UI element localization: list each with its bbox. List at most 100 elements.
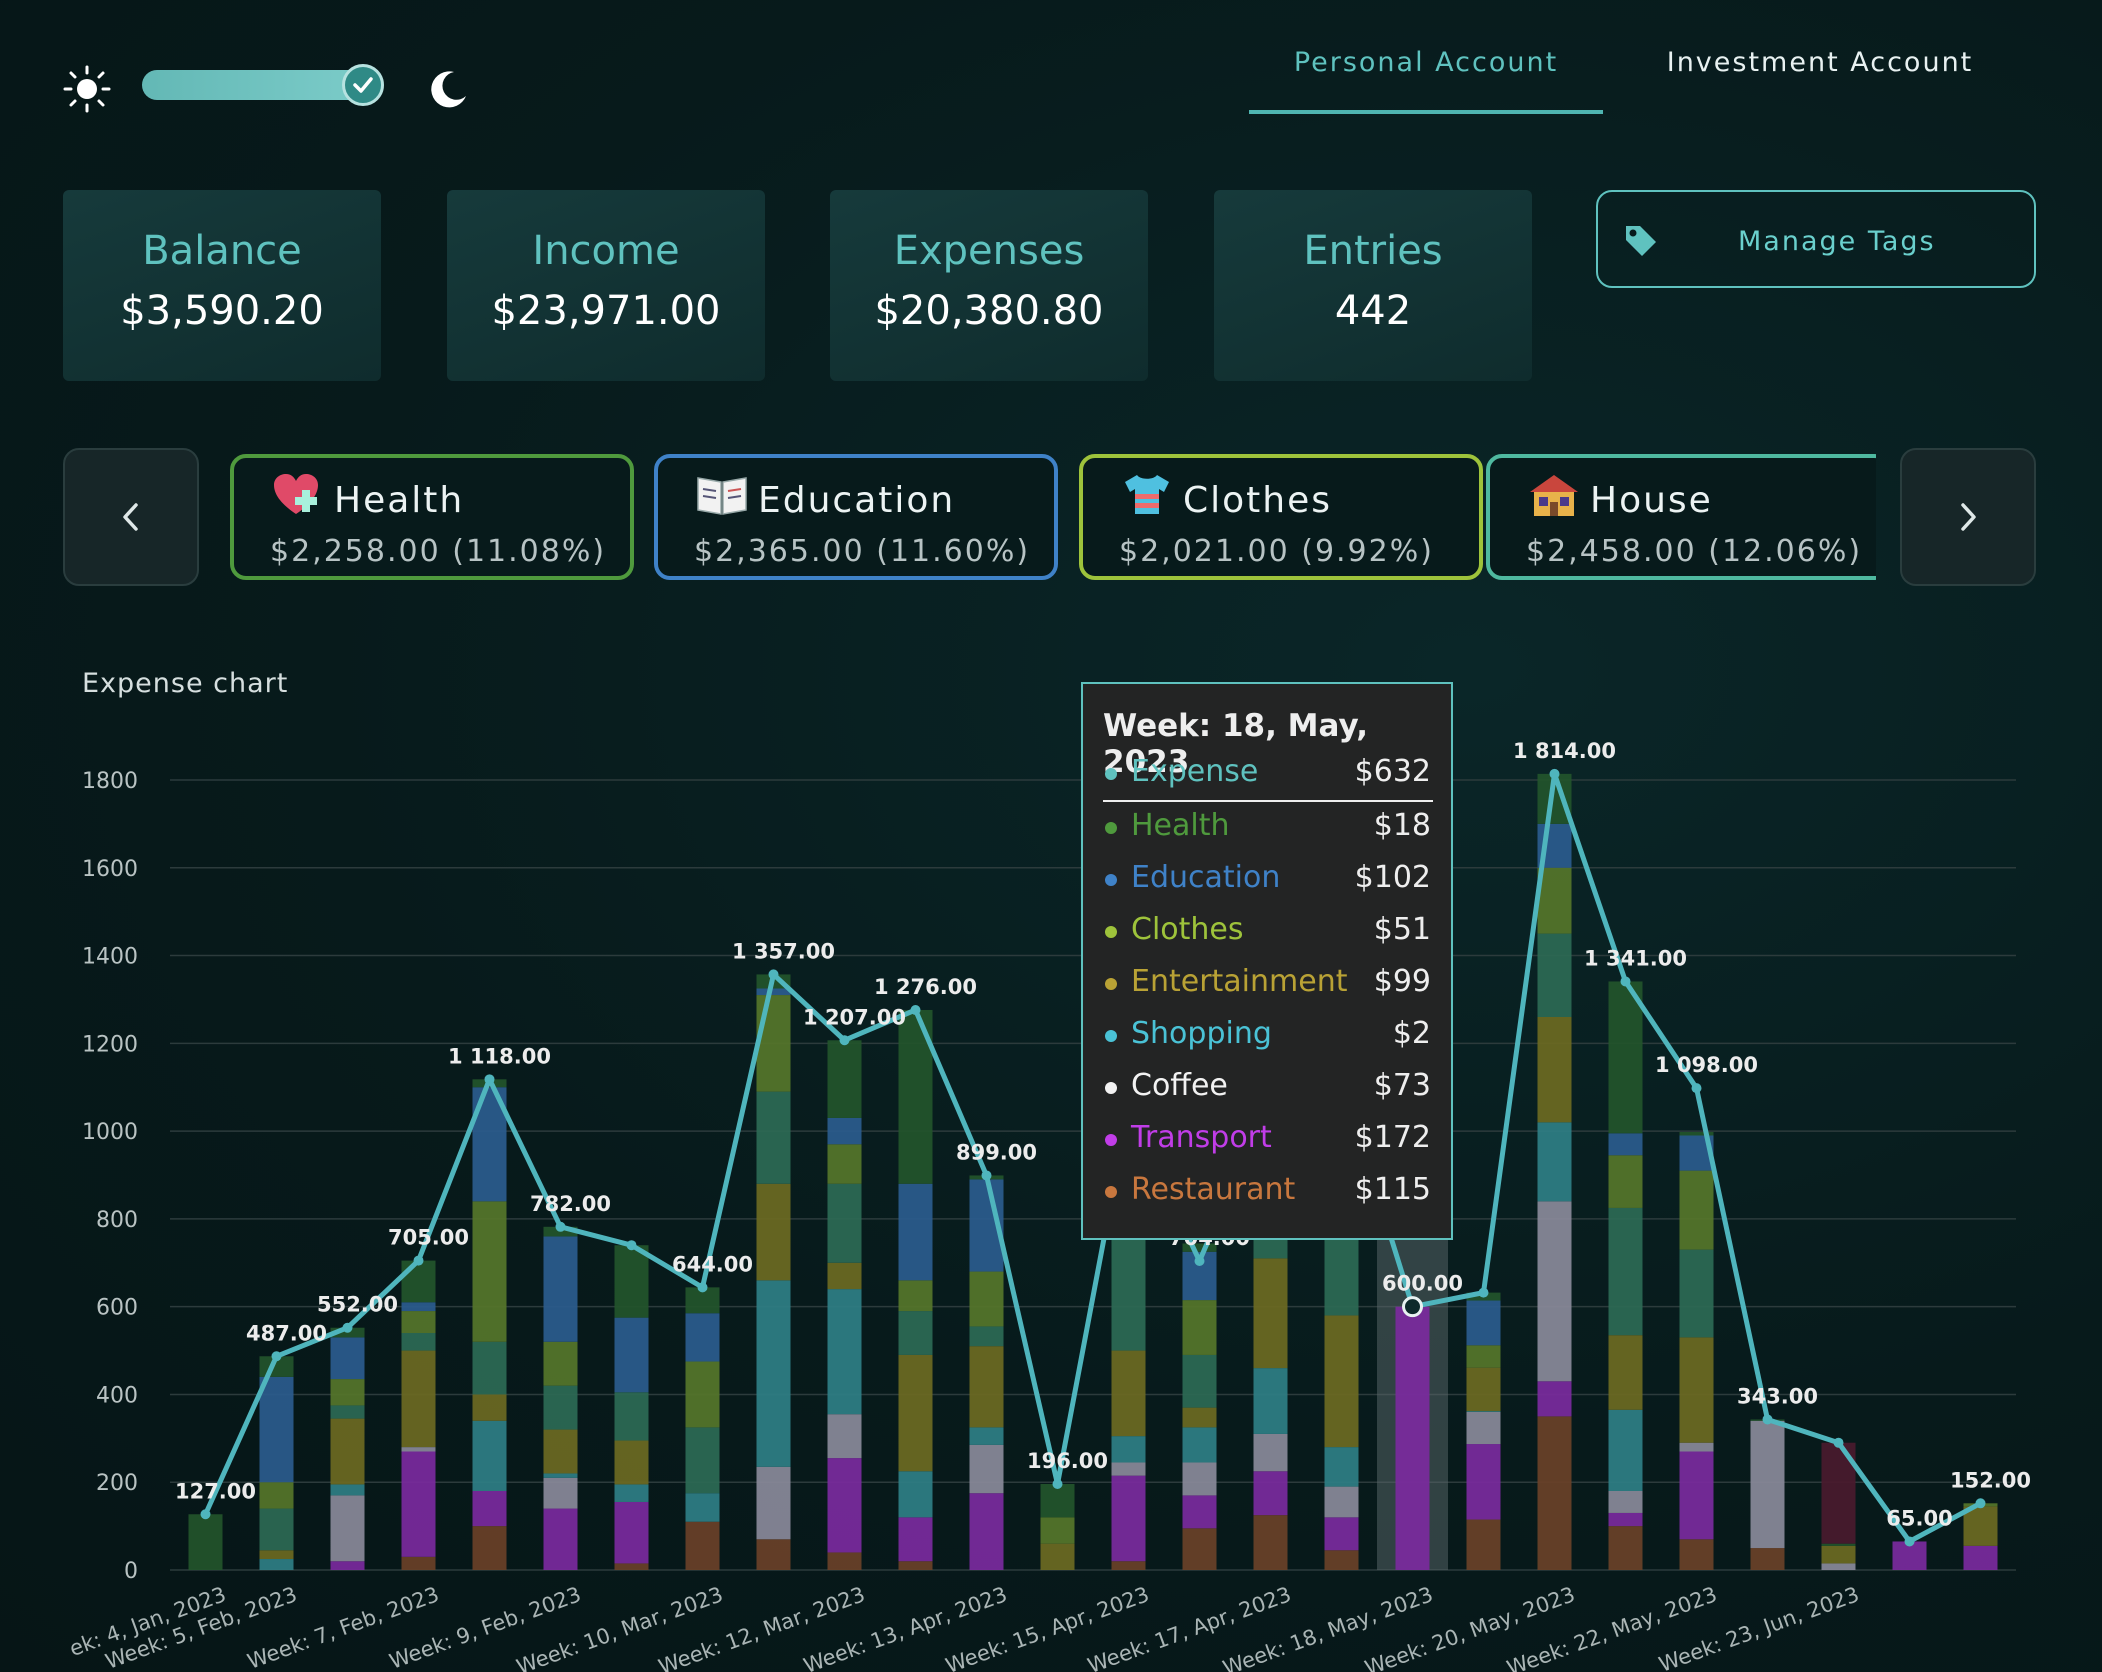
bar-segment-transport — [1466, 1444, 1501, 1520]
tab-personal-account[interactable]: Personal Account — [1249, 40, 1603, 114]
category-name: Education — [758, 480, 956, 521]
bar-segment-shopping — [1324, 1447, 1359, 1487]
entries-value: 442 — [1334, 288, 1412, 334]
tooltip-row-education: Education $102 — [1105, 858, 1431, 902]
bar-segment-clothes — [685, 1361, 720, 1428]
bar-segment-education — [1466, 1300, 1501, 1346]
y-tick-label: 200 — [96, 1471, 138, 1496]
line-point — [1975, 1498, 1986, 1509]
bar-segment-restaurant — [756, 1539, 791, 1570]
y-tick-label: 1400 — [82, 945, 138, 970]
theme-toggle-knob[interactable] — [342, 64, 384, 106]
category-strip: Health $2,258.00 (11.08%) Education $2,3… — [228, 450, 1876, 586]
bar-segment-coffee — [827, 1414, 862, 1459]
carousel-next-button[interactable] — [1900, 448, 2036, 586]
bar-segment-clothes — [1182, 1300, 1217, 1355]
point-label: 705.00 — [388, 1226, 469, 1250]
tab-investment-account[interactable]: Investment Account — [1640, 40, 2000, 110]
bar-segment-restaurant — [1182, 1528, 1217, 1570]
category-card-house[interactable]: House $2,458.00 (12.06%) — [1486, 454, 1876, 580]
tooltip-series-name: Expense — [1131, 754, 1259, 789]
bar-segment-education — [330, 1337, 365, 1380]
tooltip-row-entertainment: Entertainment $99 — [1105, 962, 1431, 1006]
bar-segment-entertainment — [827, 1262, 862, 1290]
bar-segment-transport — [1395, 1306, 1430, 1570]
bar-segment-restaurant — [472, 1526, 507, 1570]
bar-segment-house — [1679, 1249, 1714, 1338]
tooltip-row-coffee: Coffee $73 — [1105, 1066, 1431, 1110]
bar-segment-transport — [330, 1561, 365, 1570]
bar-segment-coffee — [969, 1444, 1004, 1494]
bar-segment-coffee — [1324, 1486, 1359, 1518]
tooltip-series-name: Clothes — [1131, 912, 1244, 947]
bar-segment-entertainment — [756, 1183, 791, 1281]
bar-segment-restaurant — [401, 1556, 436, 1570]
bar-segment-entertainment — [330, 1418, 365, 1485]
bar-segment-transport — [898, 1517, 933, 1562]
tooltip-divider — [1103, 800, 1433, 802]
bar-segment-house — [969, 1326, 1004, 1347]
balance-label: Balance — [142, 228, 302, 274]
balance-card: Balance $3,590.20 — [63, 190, 381, 381]
tooltip-series-name: Health — [1131, 808, 1230, 843]
bar-segment-shopping — [614, 1484, 649, 1502]
tooltip-series-value: $18 — [1373, 808, 1431, 843]
bar-segment-coffee — [330, 1495, 365, 1562]
bar-segment-restaurant — [1253, 1515, 1288, 1570]
point-label: 1 098.00 — [1655, 1053, 1758, 1077]
bar-segment-education — [685, 1313, 720, 1362]
bar-segment-coffee — [1537, 1201, 1572, 1382]
tooltip-series-value: $73 — [1373, 1068, 1431, 1103]
line-point — [1904, 1536, 1915, 1547]
point-label: 552.00 — [317, 1293, 398, 1317]
category-card-education[interactable]: Education $2,365.00 (11.60%) — [654, 454, 1058, 580]
bar-segment-clothes — [330, 1379, 365, 1406]
moon-icon[interactable] — [424, 66, 470, 112]
bar-segment-entertainment — [543, 1429, 578, 1474]
expense-chart[interactable]: 0 200 400 600 800 1000 1200 1400 1600 1800 127.00 4… — [0, 700, 2102, 1672]
category-name: House — [1590, 480, 1713, 521]
bar-segment-house — [259, 1508, 294, 1551]
bar-segment-coffee — [1253, 1433, 1288, 1472]
line-point — [697, 1282, 708, 1293]
bar-segment-clothes — [1679, 1170, 1714, 1250]
bar-segment-clothes — [401, 1311, 436, 1333]
bar-segment-entertainment — [1821, 1545, 1856, 1564]
sun-icon[interactable] — [62, 64, 112, 114]
bar-segment-clothes — [1466, 1345, 1501, 1368]
bar-segment-coffee — [401, 1447, 436, 1452]
bar-segment-shopping — [1253, 1368, 1288, 1434]
y-tick-label: 1600 — [82, 857, 138, 882]
income-label: Income — [532, 228, 680, 274]
line-point — [981, 1170, 992, 1181]
manage-tags-button[interactable]: Manage Tags — [1596, 190, 2036, 288]
bar-segment-entertainment — [1608, 1335, 1643, 1410]
line-point — [1194, 1256, 1205, 1267]
line-point — [555, 1221, 566, 1232]
bar-segment-transport — [1253, 1471, 1288, 1516]
point-label: 196.00 — [1027, 1449, 1108, 1473]
expenses-label: Expenses — [893, 228, 1085, 274]
tooltip-series-name: Restaurant — [1131, 1172, 1296, 1207]
category-card-health[interactable]: Health $2,258.00 (11.08%) — [230, 454, 634, 580]
point-label: 1 357.00 — [732, 939, 835, 963]
bar-segment-entertainment — [1537, 1017, 1572, 1123]
legend-dot — [1105, 1082, 1117, 1094]
bar-segment-health — [614, 1245, 649, 1318]
tooltip-series-name: Entertainment — [1131, 964, 1348, 999]
tooltip-series-name: Transport — [1131, 1120, 1272, 1155]
y-tick-label: 400 — [96, 1383, 138, 1408]
bar-segment-coffee — [1466, 1412, 1501, 1445]
bar-segment-coffee — [1750, 1420, 1785, 1549]
bar-segment-health — [401, 1260, 436, 1303]
bar-segment-transport — [401, 1451, 436, 1557]
entries-label: Entries — [1303, 228, 1443, 274]
bar-segment-clothes — [827, 1144, 862, 1184]
legend-dot — [1105, 768, 1117, 780]
line-point — [626, 1240, 637, 1251]
legend-dot — [1105, 1134, 1117, 1146]
category-card-clothes[interactable]: Clothes $2,021.00 (9.92%) — [1079, 454, 1483, 580]
income-card: Income $23,971.00 — [447, 190, 765, 381]
bar-segment-entertainment — [1679, 1337, 1714, 1443]
carousel-prev-button[interactable] — [63, 448, 199, 586]
